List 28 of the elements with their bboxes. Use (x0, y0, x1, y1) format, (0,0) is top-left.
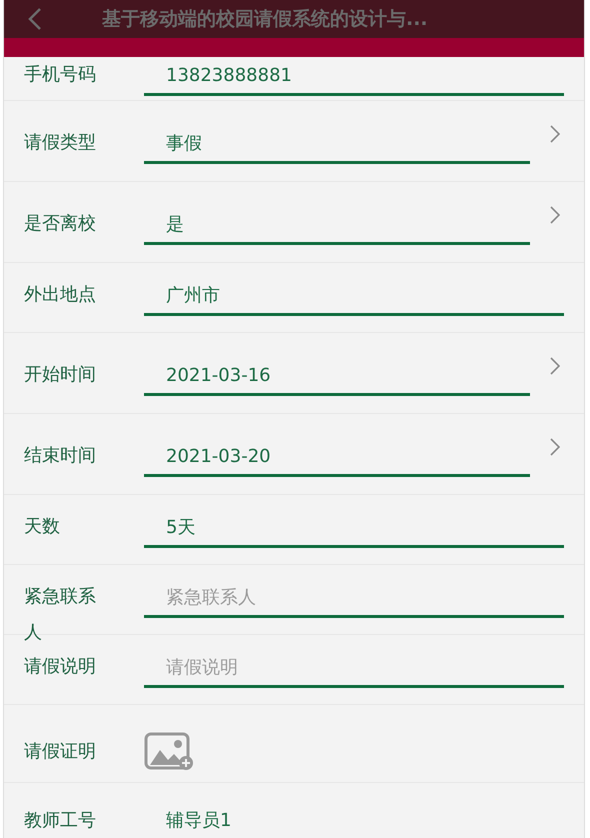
input-field[interactable]: 2021-03-16 (144, 357, 530, 396)
field-label: 教师工号 (24, 809, 97, 833)
input-field[interactable]: 紧急联系人 (144, 579, 564, 618)
page-title: 基于移动端的校园请假系统的设计与... (102, 7, 428, 32)
back-icon[interactable] (28, 7, 42, 31)
input-field[interactable]: 13823888881 (144, 57, 564, 96)
field-label: 外出地点 (24, 283, 97, 307)
field-label: 紧急联系人 (24, 585, 97, 645)
field-label: 天数 (24, 515, 61, 539)
input-field[interactable]: 5天 (144, 509, 564, 548)
input-field[interactable]: 2021-03-20 (144, 438, 530, 477)
input-field[interactable]: 广州市 (144, 277, 564, 316)
field-label: 请假类型 (24, 131, 97, 155)
add-image-icon[interactable] (144, 732, 194, 772)
field-label: 请假证明 (24, 740, 97, 764)
input-field[interactable]: 请假说明 (144, 649, 564, 688)
chevron-right-icon[interactable] (550, 357, 560, 375)
chevron-right-icon[interactable] (550, 206, 560, 224)
input-field[interactable]: 事假 (144, 125, 530, 164)
field-label: 手机号码 (24, 63, 97, 87)
field-label: 开始时间 (24, 363, 97, 387)
chevron-right-icon[interactable] (550, 438, 560, 456)
chevron-right-icon[interactable] (550, 125, 560, 143)
field-label: 是否离校 (24, 212, 97, 236)
field-label: 结束时间 (24, 444, 97, 468)
field-label: 请假说明 (24, 655, 97, 679)
input-field[interactable]: 是 (144, 206, 530, 245)
field-value: 辅导员1 (165, 809, 232, 833)
